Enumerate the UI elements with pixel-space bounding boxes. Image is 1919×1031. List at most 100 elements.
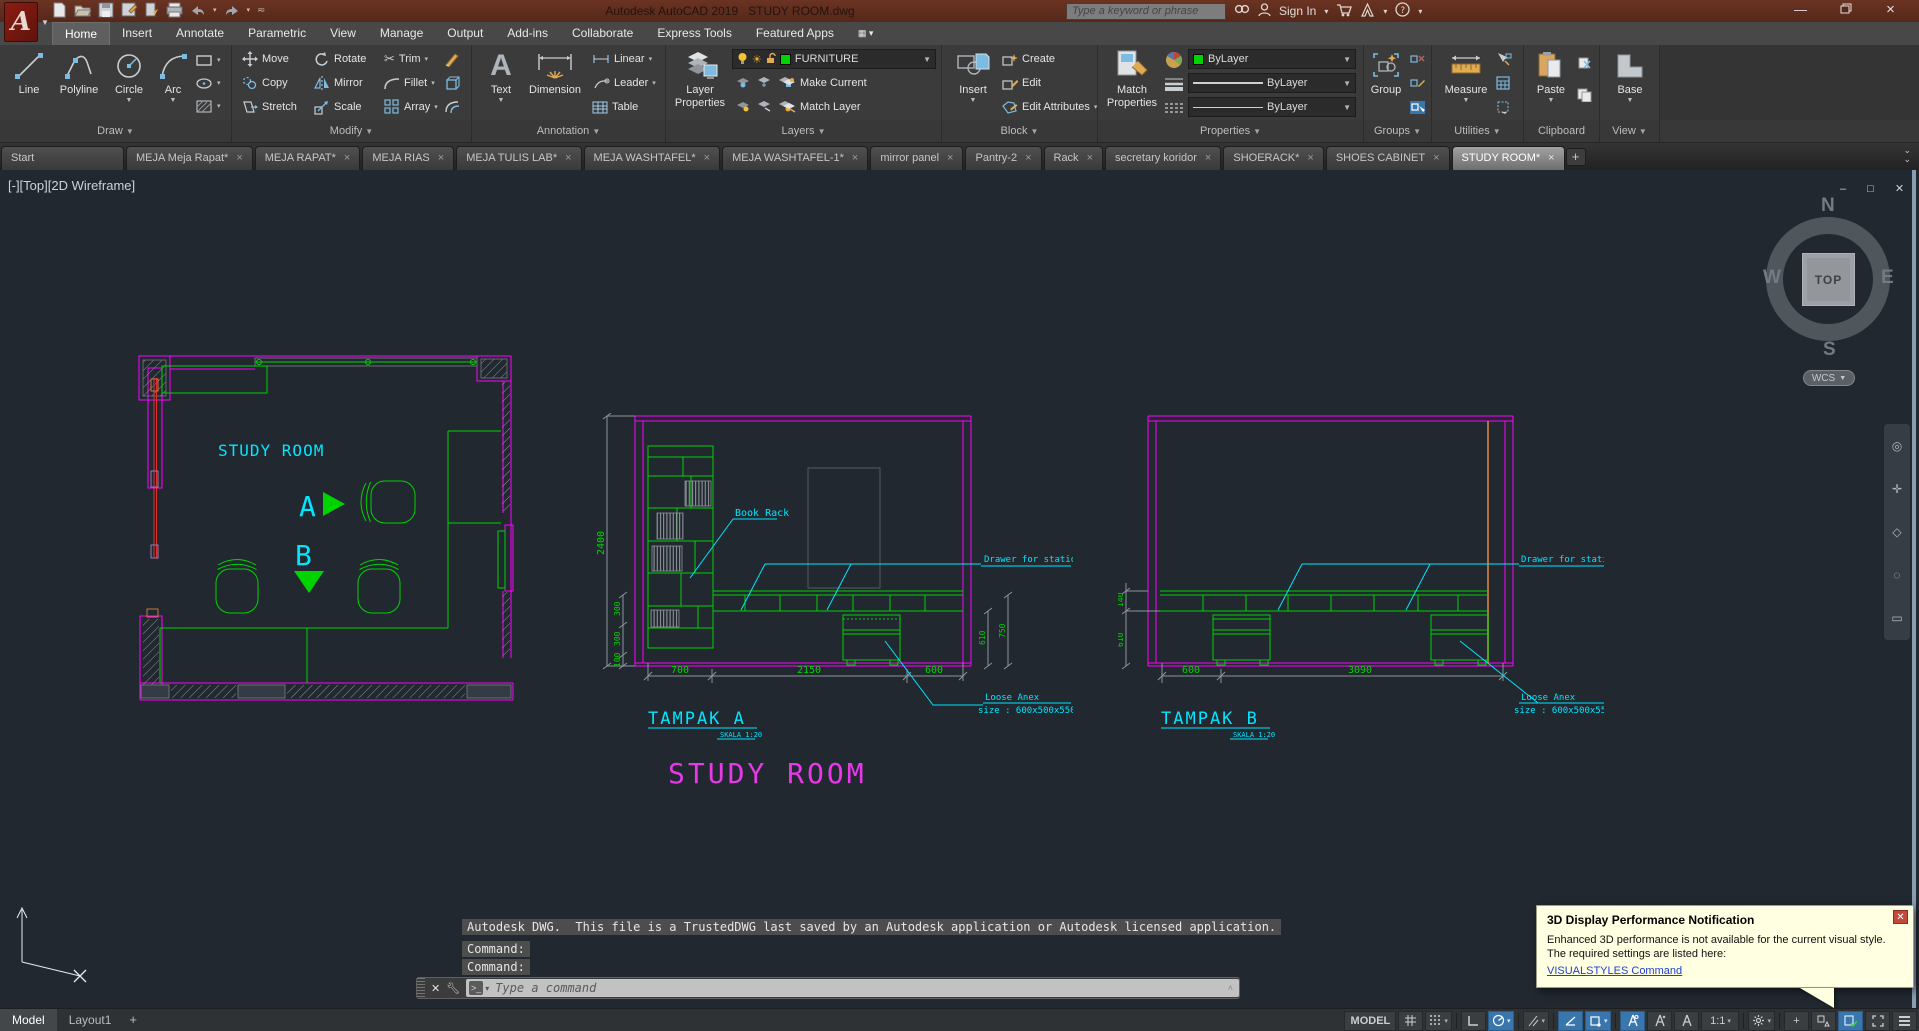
file-tab-start[interactable]: Start — [1, 146, 124, 170]
tab-manage[interactable]: Manage — [368, 22, 435, 45]
file-tab[interactable]: SHOES CABINET × — [1325, 146, 1450, 170]
wcs-menu[interactable]: WCS ▼ — [1803, 370, 1855, 386]
application-menu-caret-icon[interactable]: ▼ — [41, 18, 49, 27]
layer-dropdown-caret-icon[interactable]: ▼ — [923, 55, 931, 64]
group-button[interactable]: Group — [1364, 48, 1408, 97]
file-tab[interactable]: SHOERACK* × — [1223, 146, 1324, 170]
tab-parametric[interactable]: Parametric — [236, 22, 318, 45]
block-edit-button[interactable]: Edit — [1002, 72, 1041, 94]
tab-home[interactable]: Home — [52, 22, 111, 45]
erase-button[interactable] — [444, 48, 460, 70]
graphics-performance-button[interactable] — [1838, 1010, 1863, 1031]
tab-overflow-icon[interactable]: ⌄ ⌄ — [1903, 146, 1911, 164]
rotate-button[interactable]: Rotate — [314, 48, 366, 70]
close-tab-icon[interactable]: × — [1548, 147, 1554, 170]
panel-title-annotation[interactable]: Annotation ▼ — [472, 120, 666, 142]
close-tab-icon[interactable]: × — [236, 147, 242, 170]
new-drawing-tab-button[interactable]: + — [1565, 148, 1586, 166]
close-tab-icon[interactable]: × — [1025, 147, 1031, 170]
tab-annotate[interactable]: Annotate — [164, 22, 236, 45]
viewcube[interactable]: N W E S TOP WCS ▼ — [1763, 195, 1894, 390]
command-bar-grip[interactable] — [417, 978, 425, 998]
command-bar[interactable]: ✕ 🔧︎ >_ ▾ ˄ — [416, 977, 1240, 999]
explode-button[interactable] — [444, 72, 460, 94]
file-tab[interactable]: MEJA WASHTAFEL* × — [583, 146, 721, 170]
close-tab-icon[interactable]: × — [852, 147, 858, 170]
sign-in-dropdown-icon[interactable]: ▾ — [1324, 7, 1328, 16]
sign-in-button[interactable]: Sign In — [1279, 4, 1316, 18]
close-tab-icon[interactable]: × — [344, 147, 350, 170]
insert-dropdown-icon[interactable]: ▼ — [948, 97, 998, 105]
model-space-button[interactable]: MODEL — [1344, 1010, 1397, 1031]
search-input[interactable] — [1066, 2, 1226, 20]
file-tab[interactable]: mirror panel × — [870, 146, 964, 170]
layer-freeze-icon[interactable] — [757, 76, 771, 91]
close-tab-icon[interactable]: × — [1433, 147, 1439, 170]
tab-add-ins[interactable]: Add-ins — [495, 22, 560, 45]
panel-title-utilities[interactable]: Utilities ▼ — [1432, 120, 1524, 142]
isodraft-button[interactable]: ▾ — [1523, 1010, 1549, 1031]
close-tab-icon[interactable]: × — [947, 147, 953, 170]
array-button[interactable]: Array ▾ — [384, 96, 438, 118]
ribbon-display-toggle-icon[interactable]: ▦ ▾ — [846, 22, 886, 45]
fillet-button[interactable]: Fillet ▾ — [384, 72, 435, 94]
line-button[interactable]: Line — [4, 48, 54, 97]
layout1-tab[interactable]: Layout1 — [57, 1009, 124, 1031]
measure-dropdown-icon[interactable]: ▼ — [1440, 97, 1492, 105]
grid-display-button[interactable] — [1398, 1010, 1424, 1031]
customization-menu-button[interactable] — [1892, 1010, 1917, 1031]
file-tab[interactable]: secretary koridor × — [1105, 146, 1222, 170]
minimize-button[interactable]: — — [1778, 0, 1823, 21]
drawing-canvas[interactable]: [-][Top][2D Wireframe] ‒ □ ✕ N W E S TOP… — [0, 170, 1919, 1008]
navigation-bar[interactable]: ◎ ✛ ◇ ◌ ▭ — [1884, 424, 1910, 640]
object-snap-button[interactable] — [1557, 1010, 1583, 1031]
ortho-mode-button[interactable] — [1460, 1010, 1486, 1031]
match-layer-button[interactable]: Match Layer — [782, 96, 861, 118]
layer-dropdown[interactable]: ☀ FURNITURE ▼ — [732, 49, 936, 69]
exchange-dropdown-icon[interactable]: ▾ — [1383, 7, 1387, 16]
scale-button[interactable]: Scale — [314, 96, 362, 118]
close-tab-icon[interactable]: × — [704, 147, 710, 170]
polyline-button[interactable]: Polyline — [54, 48, 104, 97]
rectangle-button[interactable]: ▾ — [196, 49, 221, 71]
linear-dimension-button[interactable]: Linear ▾ — [592, 48, 652, 70]
group-edit-icon[interactable] — [1410, 72, 1425, 94]
close-tab-icon[interactable]: × — [1205, 147, 1211, 170]
quick-calc-icon[interactable] — [1496, 72, 1510, 94]
layer-thaw-icon[interactable]: ☀ — [752, 53, 762, 66]
panel-title-properties[interactable]: Properties ▼ — [1098, 120, 1364, 142]
move-button[interactable]: Move — [242, 48, 289, 70]
annotation-scale-value[interactable]: 1:1 ▾ — [1701, 1010, 1740, 1031]
tab-view[interactable]: View — [318, 22, 368, 45]
circle-dropdown-icon[interactable]: ▼ — [104, 97, 154, 105]
compass-south[interactable]: S — [1823, 339, 1836, 361]
copy-clip-icon[interactable] — [1576, 83, 1592, 105]
stretch-button[interactable]: Stretch — [242, 96, 297, 118]
offset-button[interactable] — [444, 96, 460, 118]
help-dropdown-icon[interactable]: ▾ — [1418, 7, 1422, 16]
help-icon[interactable]: ? — [1395, 2, 1411, 20]
hatch-button[interactable]: ▾ — [196, 95, 221, 117]
restore-button[interactable] — [1823, 0, 1868, 21]
notification-close-icon[interactable]: ✕ — [1893, 910, 1908, 924]
polar-tracking-button[interactable]: ▾ — [1487, 1010, 1515, 1031]
command-dropdown-icon[interactable]: ▾ — [485, 984, 489, 993]
panel-title-view[interactable]: View ▼ — [1600, 120, 1660, 142]
file-tab[interactable]: MEJA TULIS LAB* × — [456, 146, 582, 170]
pan-icon[interactable]: ✛ — [1892, 482, 1902, 496]
tab-insert[interactable]: Insert — [110, 22, 164, 45]
close-tab-icon[interactable]: × — [438, 147, 444, 170]
ungroup-icon[interactable] — [1410, 48, 1425, 70]
zoom-icon[interactable]: ◇ — [1892, 525, 1901, 539]
quick-select-icon[interactable] — [1496, 48, 1512, 70]
user-icon[interactable] — [1258, 2, 1271, 20]
command-recent-icon[interactable]: >_ — [469, 981, 484, 995]
tab-output[interactable]: Output — [435, 22, 495, 45]
close-tab-icon[interactable]: × — [1307, 147, 1313, 170]
linetype-dropdown[interactable]: ByLayer ▼ — [1188, 97, 1356, 117]
file-tab-active[interactable]: STUDY ROOM* × — [1451, 146, 1565, 170]
viewcube-top-face[interactable]: TOP — [1802, 253, 1855, 306]
annotation-visibility-button[interactable] — [1620, 1010, 1646, 1031]
mirror-button[interactable]: Mirror — [314, 72, 363, 94]
layer-off-icon[interactable] — [736, 100, 750, 115]
